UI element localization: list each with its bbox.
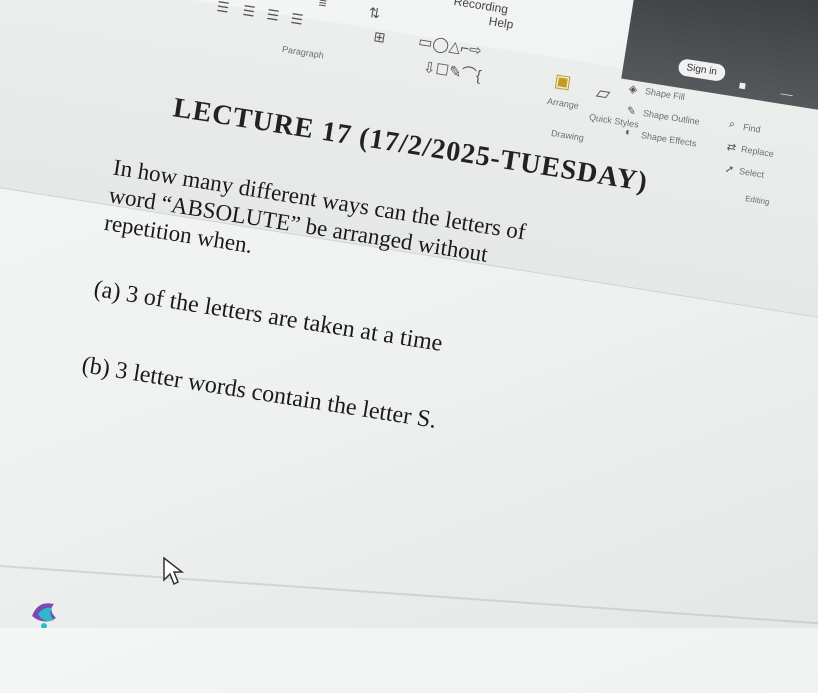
- question-part-b: (b) 3 letter words contain the letter S.: [80, 352, 439, 434]
- align-center-icon[interactable]: ☰: [241, 2, 256, 21]
- tab-help[interactable]: Help: [488, 14, 515, 32]
- tab-recording[interactable]: Recording: [453, 0, 509, 16]
- align-right-icon[interactable]: ☰: [265, 6, 280, 25]
- question-part-a: (a) 3 of the letters are taken at a time: [92, 276, 445, 357]
- taskbar-app-icon[interactable]: [28, 596, 60, 628]
- minimize-icon[interactable]: —: [780, 86, 794, 102]
- align-left-icon[interactable]: ☰: [215, 0, 230, 17]
- arrange-icon[interactable]: ▣: [553, 70, 573, 93]
- text-direction-icon[interactable]: ⇅: [367, 4, 381, 23]
- justify-icon[interactable]: ☰: [289, 10, 304, 29]
- bullets-icon[interactable]: ≡: [317, 0, 328, 11]
- mouse-pointer-icon: [163, 556, 185, 586]
- slide: LECTURE 17 (17/2/2025-TUESDAY) In how ma…: [19, 60, 818, 692]
